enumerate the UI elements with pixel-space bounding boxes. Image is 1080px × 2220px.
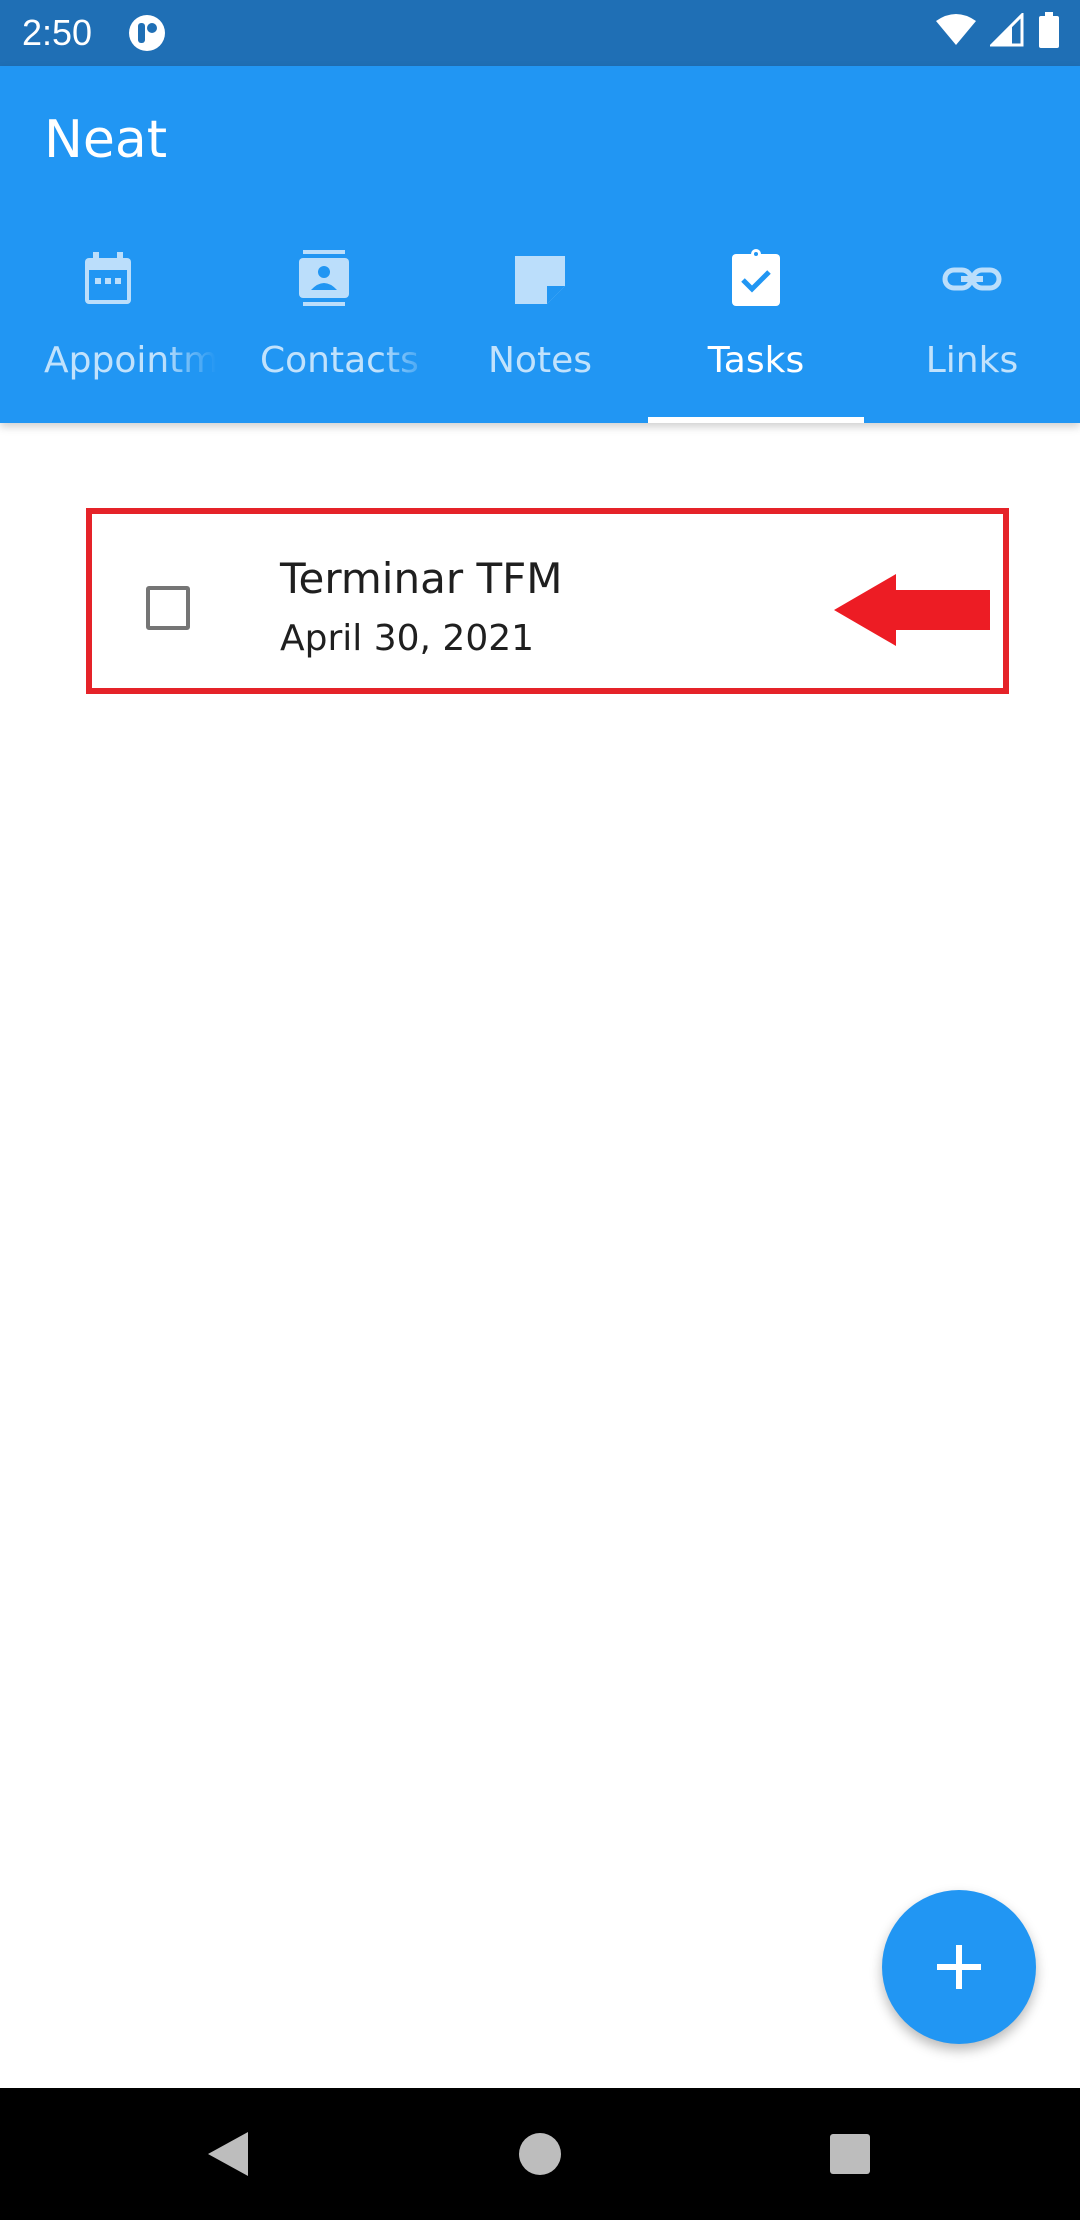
status-time: 2:50: [22, 12, 93, 53]
back-icon[interactable]: [200, 2124, 260, 2184]
notification-app-icon: [129, 15, 165, 51]
tab-notes[interactable]: Notes: [432, 240, 648, 423]
tab-label: Tasks: [707, 340, 805, 381]
task-date: April 30, 2021: [280, 618, 535, 659]
task-item[interactable]: Terminar TFM April 30, 2021: [86, 508, 1009, 694]
tab-links[interactable]: Links: [864, 240, 1080, 423]
status-bar: 2:50: [0, 0, 1080, 66]
tab-label: Links: [925, 340, 1019, 381]
note-icon: [515, 256, 565, 304]
home-icon[interactable]: [510, 2124, 570, 2184]
tab-tasks[interactable]: Tasks: [648, 240, 864, 423]
tab-appointments[interactable]: Appointments: [0, 240, 216, 423]
signal-icon: [990, 13, 1024, 47]
arrow-left-icon: [834, 574, 990, 646]
battery-icon: [1039, 12, 1059, 48]
tab-bar: Appointments Contacts Notes: [0, 240, 1080, 423]
tab-label: Notes: [488, 340, 592, 381]
recents-icon[interactable]: [820, 2124, 880, 2184]
tab-label: Appointments: [44, 340, 216, 381]
tab-label: Contacts: [260, 340, 419, 381]
clipboard-check-icon: [732, 249, 780, 306]
tab-contacts[interactable]: Contacts: [216, 240, 432, 423]
plus-icon: [937, 1945, 981, 1989]
app-bar: Neat Appointments Contacts: [0, 66, 1080, 423]
task-name: Terminar TFM: [280, 554, 563, 603]
app-title: Neat: [44, 110, 168, 170]
tab-indicator: [648, 417, 864, 423]
task-checkbox[interactable]: [146, 586, 190, 630]
system-nav-bar: [0, 2088, 1080, 2220]
link-icon: [942, 267, 1002, 291]
calendar-icon: [85, 252, 131, 304]
add-task-button[interactable]: [882, 1890, 1036, 2044]
contact-card-icon: [299, 250, 349, 306]
wifi-icon: [936, 14, 976, 45]
